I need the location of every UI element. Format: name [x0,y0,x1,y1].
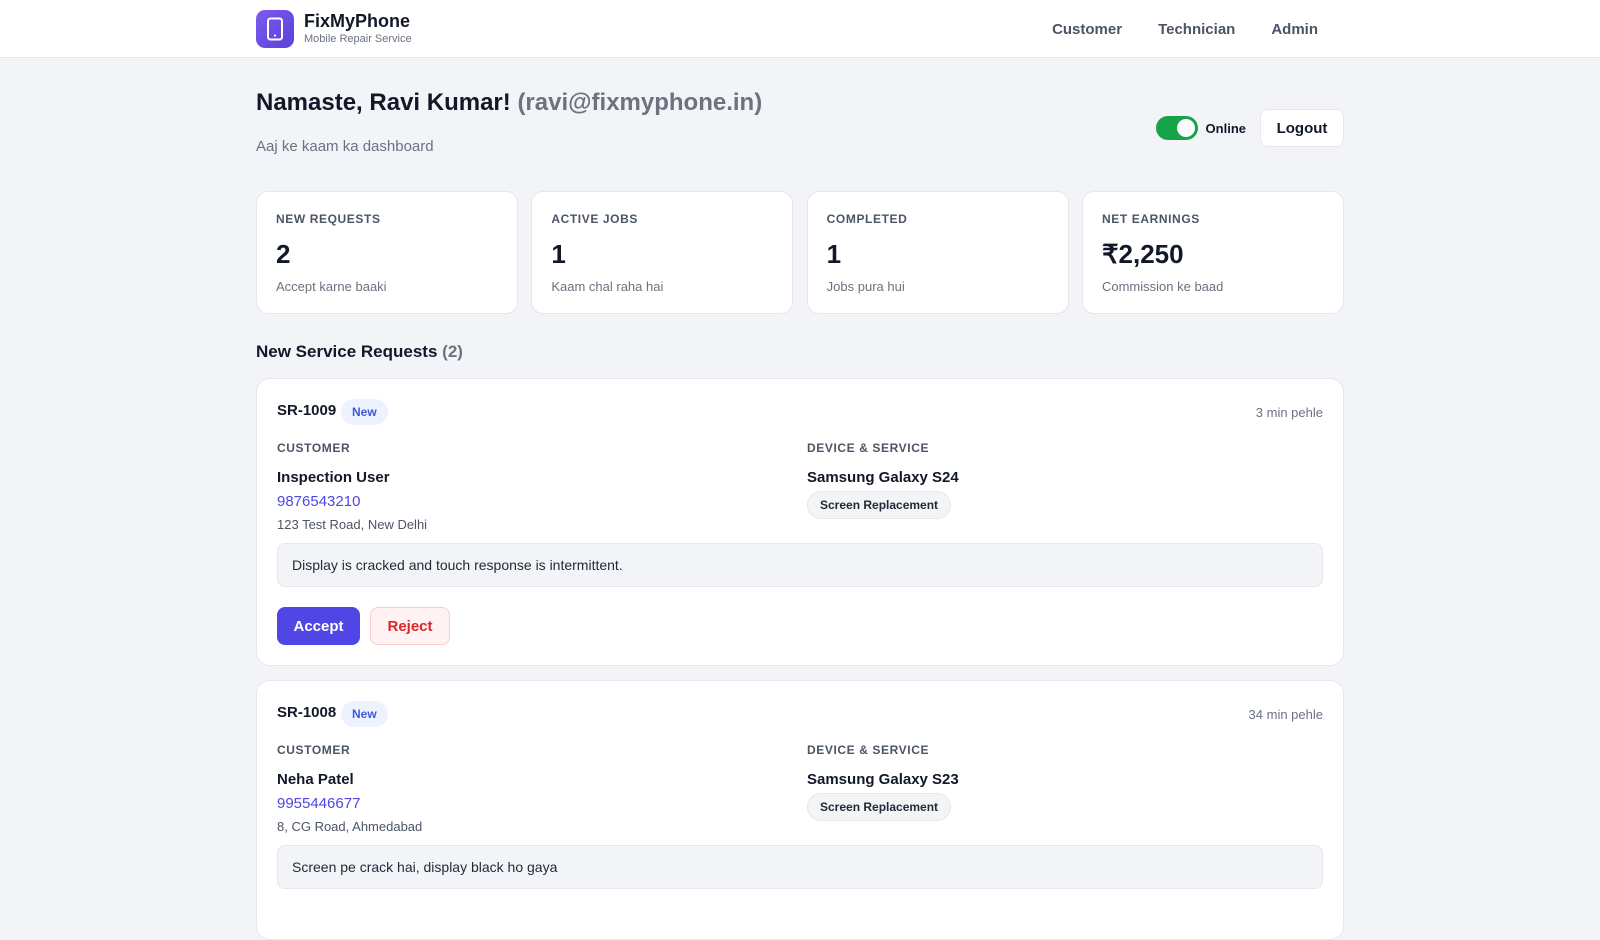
request-actions: Accept Reject [277,607,450,645]
toggle-knob [1176,119,1195,137]
stat-card-new-requests: NEW REQUESTS 2 Accept karne baaki [256,191,518,314]
greeting-title: Namaste, Ravi Kumar! [256,89,511,116]
issue-description: Display is cracked and touch response is… [277,543,1323,587]
stat-value: 1 [551,239,566,269]
customer-phone-link[interactable]: 9876543210 [277,493,427,510]
brand-tagline: Mobile Repair Service [304,33,412,45]
device-service-info: DEVICE & SERVICE Samsung Galaxy S23 Scre… [807,743,959,821]
device-name: Samsung Galaxy S24 [807,469,959,486]
online-toggle[interactable] [1155,116,1198,140]
nav-admin[interactable]: Admin [1271,21,1318,38]
request-card: SR-1008 New 34 min pehle CUSTOMER Neha P… [256,680,1344,940]
stat-label: COMPLETED [826,212,908,226]
request-id: SR-1009 [277,402,337,419]
reject-button[interactable]: Reject [370,607,450,645]
nav-technician[interactable]: Technician [1158,21,1235,38]
accept-button[interactable]: Accept [277,607,360,645]
section-title: New Service Requests (2) [256,342,463,362]
device-service-heading: DEVICE & SERVICE [807,441,930,455]
nav-customer[interactable]: Customer [1052,21,1122,38]
customer-name: Inspection User [277,469,390,486]
request-time: 3 min pehle [1255,405,1323,420]
customer-heading: CUSTOMER [277,441,351,455]
online-status-label: Online [1205,120,1246,136]
service-pill: Screen Replacement [807,793,952,821]
device-name: Samsung Galaxy S23 [807,771,959,788]
stat-note: Accept karne baaki [276,279,387,294]
stat-note: Commission ke baad [1101,279,1224,294]
brand-name: FixMyPhone [304,11,411,31]
section-count: (2) [442,342,463,361]
customer-name: Neha Patel [277,771,354,788]
customer-heading: CUSTOMER [277,743,351,757]
brand[interactable]: FixMyPhone Mobile Repair Service [256,10,412,48]
stat-card-net-earnings: NET EARNINGS ₹2,250 Commission ke baad [1081,191,1344,314]
user-email: (ravi@fixmyphone.in) [517,89,763,116]
customer-phone-link[interactable]: 9955446677 [277,795,422,812]
customer-info: CUSTOMER Inspection User 9876543210 123 … [277,441,427,532]
stat-value: ₹2,250 [1101,239,1184,269]
stat-card-completed: COMPLETED 1 Jobs pura hui [806,191,1069,314]
section-title-text: New Service Requests [256,342,438,361]
request-time: 34 min pehle [1248,707,1323,722]
device-service-heading: DEVICE & SERVICE [807,743,930,757]
stat-value: 1 [826,239,842,269]
logout-button[interactable]: Logout [1260,109,1344,147]
device-service-info: DEVICE & SERVICE Samsung Galaxy S24 Scre… [807,441,959,519]
request-card: SR-1009 New 3 min pehle CUSTOMER Inspect… [256,378,1344,666]
phone-icon [256,10,294,48]
main-nav: Customer Technician Admin [1016,0,1318,58]
customer-address: 8, CG Road, Ahmedabad [277,819,423,834]
request-id: SR-1008 [277,704,337,721]
greeting: Namaste, Ravi Kumar! (ravi@fixmyphone.in… [256,88,762,155]
status-area: Online Logout [1155,109,1344,147]
service-pill: Screen Replacement [807,491,952,519]
customer-address: 123 Test Road, New Delhi [277,517,428,532]
status-badge: New [341,701,388,727]
stat-label: ACTIVE JOBS [551,212,638,226]
page-subtitle: Aaj ke kaam ka dashboard [256,138,434,155]
stat-label: NET EARNINGS [1101,212,1200,226]
stat-note: Kaam chal raha hai [551,279,664,294]
customer-info: CUSTOMER Neha Patel 9955446677 8, CG Roa… [277,743,422,834]
page-title: Namaste, Ravi Kumar! (ravi@fixmyphone.in… [256,88,762,118]
stat-card-active-jobs: ACTIVE JOBS 1 Kaam chal raha hai [531,191,794,314]
issue-description: Screen pe crack hai, display black ho ga… [277,845,1323,889]
stat-label: NEW REQUESTS [276,212,381,226]
stats-row: NEW REQUESTS 2 Accept karne baaki ACTIVE… [256,191,1344,314]
status-badge: New [341,399,388,425]
top-navbar: FixMyPhone Mobile Repair Service Custome… [0,0,1600,58]
stat-value: 2 [276,239,291,269]
stat-note: Jobs pura hui [826,279,905,294]
